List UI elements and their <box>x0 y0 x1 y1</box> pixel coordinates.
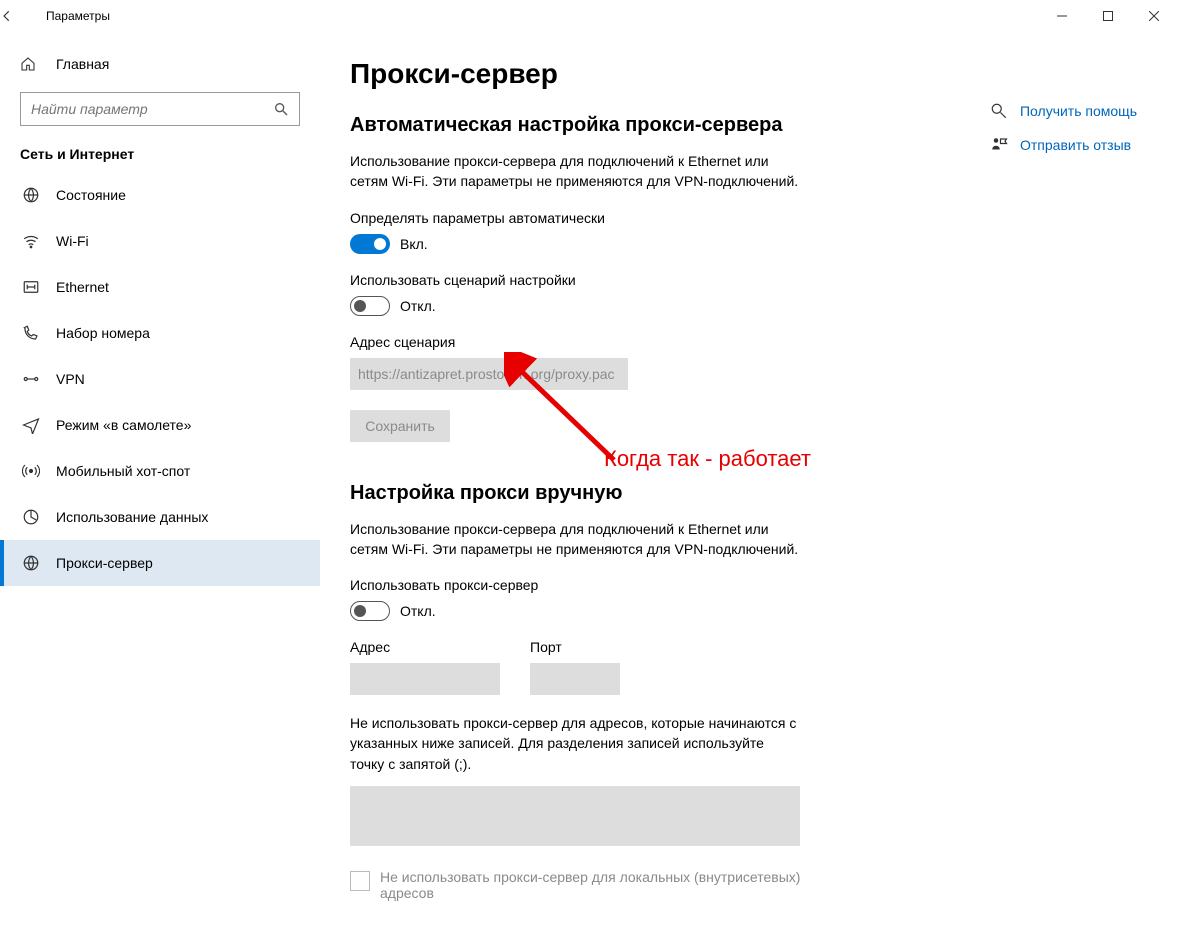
sidebar-item-label: VPN <box>56 371 85 387</box>
window-title: Параметры <box>46 9 1039 23</box>
hotspot-icon <box>20 462 42 480</box>
status-icon <box>20 186 42 204</box>
auto-description: Использование прокси-сервера для подключ… <box>350 151 810 192</box>
feedback-icon <box>990 136 1008 154</box>
airplane-icon <box>20 416 42 434</box>
save-label: Сохранить <box>365 418 435 434</box>
use-proxy-toggle[interactable] <box>350 601 390 621</box>
sidebar-item-label: Набор номера <box>56 325 150 341</box>
wifi-icon <box>20 232 42 250</box>
dialup-icon <box>20 324 42 342</box>
titlebar: Параметры <box>0 0 1177 32</box>
detect-state: Вкл. <box>400 236 428 252</box>
sidebar-home[interactable]: Главная <box>0 44 320 84</box>
sidebar-item-datausage[interactable]: Использование данных <box>0 494 320 540</box>
search-icon <box>273 101 293 117</box>
script-label: Использовать сценарий настройки <box>350 272 940 288</box>
manual-description: Использование прокси-сервера для подключ… <box>350 519 810 560</box>
feedback-label: Отправить отзыв <box>1020 137 1131 153</box>
home-icon <box>20 56 42 72</box>
sidebar-item-vpn[interactable]: VPN <box>0 356 320 402</box>
manual-heading: Настройка прокси вручную <box>350 482 940 505</box>
help-icon <box>990 102 1008 120</box>
sidebar: Главная Сеть и Интернет Состояние Wi-Fi <box>0 32 320 933</box>
sidebar-item-wifi[interactable]: Wi-Fi <box>0 218 320 264</box>
sidebar-item-label: Ethernet <box>56 279 109 295</box>
sidebar-item-airplane[interactable]: Режим «в самолете» <box>0 402 320 448</box>
main: Прокси-сервер Автоматическая настройка п… <box>320 32 1177 933</box>
script-toggle[interactable] <box>350 296 390 316</box>
search-box[interactable] <box>20 92 300 126</box>
exceptions-label: Не использовать прокси-сервер для адресо… <box>350 713 800 774</box>
sidebar-item-label: Wi-Fi <box>56 233 89 249</box>
close-button[interactable] <box>1131 0 1177 32</box>
page-title: Прокси-сервер <box>350 58 940 90</box>
get-help-link[interactable]: Получить помощь <box>990 102 1137 120</box>
local-checkbox[interactable] <box>350 871 370 891</box>
sidebar-item-proxy[interactable]: Прокси-сервер <box>0 540 320 586</box>
sidebar-item-dialup[interactable]: Набор номера <box>0 310 320 356</box>
script-address-input[interactable] <box>350 358 628 390</box>
home-label: Главная <box>56 56 109 72</box>
manual-address-input[interactable] <box>350 663 500 695</box>
maximize-button[interactable] <box>1085 0 1131 32</box>
vpn-icon <box>20 370 42 388</box>
use-proxy-state: Откл. <box>400 603 436 619</box>
manual-port-input[interactable] <box>530 663 620 695</box>
sidebar-item-ethernet[interactable]: Ethernet <box>0 264 320 310</box>
sidebar-item-label: Режим «в самолете» <box>56 417 191 433</box>
exceptions-input[interactable] <box>350 786 800 846</box>
datausage-icon <box>20 508 42 526</box>
sidebar-item-hotspot[interactable]: Мобильный хот-спот <box>0 448 320 494</box>
sidebar-item-label: Использование данных <box>56 509 208 525</box>
manual-address-label: Адрес <box>350 639 500 655</box>
script-address-label: Адрес сценария <box>350 334 940 350</box>
feedback-link[interactable]: Отправить отзыв <box>990 136 1137 154</box>
ethernet-icon <box>20 278 42 296</box>
manual-port-label: Порт <box>530 639 620 655</box>
detect-toggle[interactable] <box>350 234 390 254</box>
sidebar-item-status[interactable]: Состояние <box>0 172 320 218</box>
minimize-button[interactable] <box>1039 0 1085 32</box>
use-proxy-label: Использовать прокси-сервер <box>350 577 940 593</box>
annotation-text: Когда так - работает <box>604 446 811 472</box>
get-help-label: Получить помощь <box>1020 103 1137 119</box>
detect-label: Определять параметры автоматически <box>350 210 940 226</box>
sidebar-item-label: Мобильный хот-спот <box>56 463 190 479</box>
sidebar-category: Сеть и Интернет <box>0 140 320 172</box>
sidebar-item-label: Состояние <box>56 187 126 203</box>
search-input[interactable] <box>31 101 273 117</box>
proxy-icon <box>20 554 42 572</box>
help-links: Получить помощь Отправить отзыв <box>990 102 1137 170</box>
save-button[interactable]: Сохранить <box>350 410 450 442</box>
sidebar-item-label: Прокси-сервер <box>56 555 153 571</box>
local-checkbox-label: Не использовать прокси-сервер для локаль… <box>380 869 830 901</box>
script-state: Откл. <box>400 298 436 314</box>
back-button[interactable] <box>0 9 46 23</box>
auto-heading: Автоматическая настройка прокси-сервера <box>350 114 940 137</box>
